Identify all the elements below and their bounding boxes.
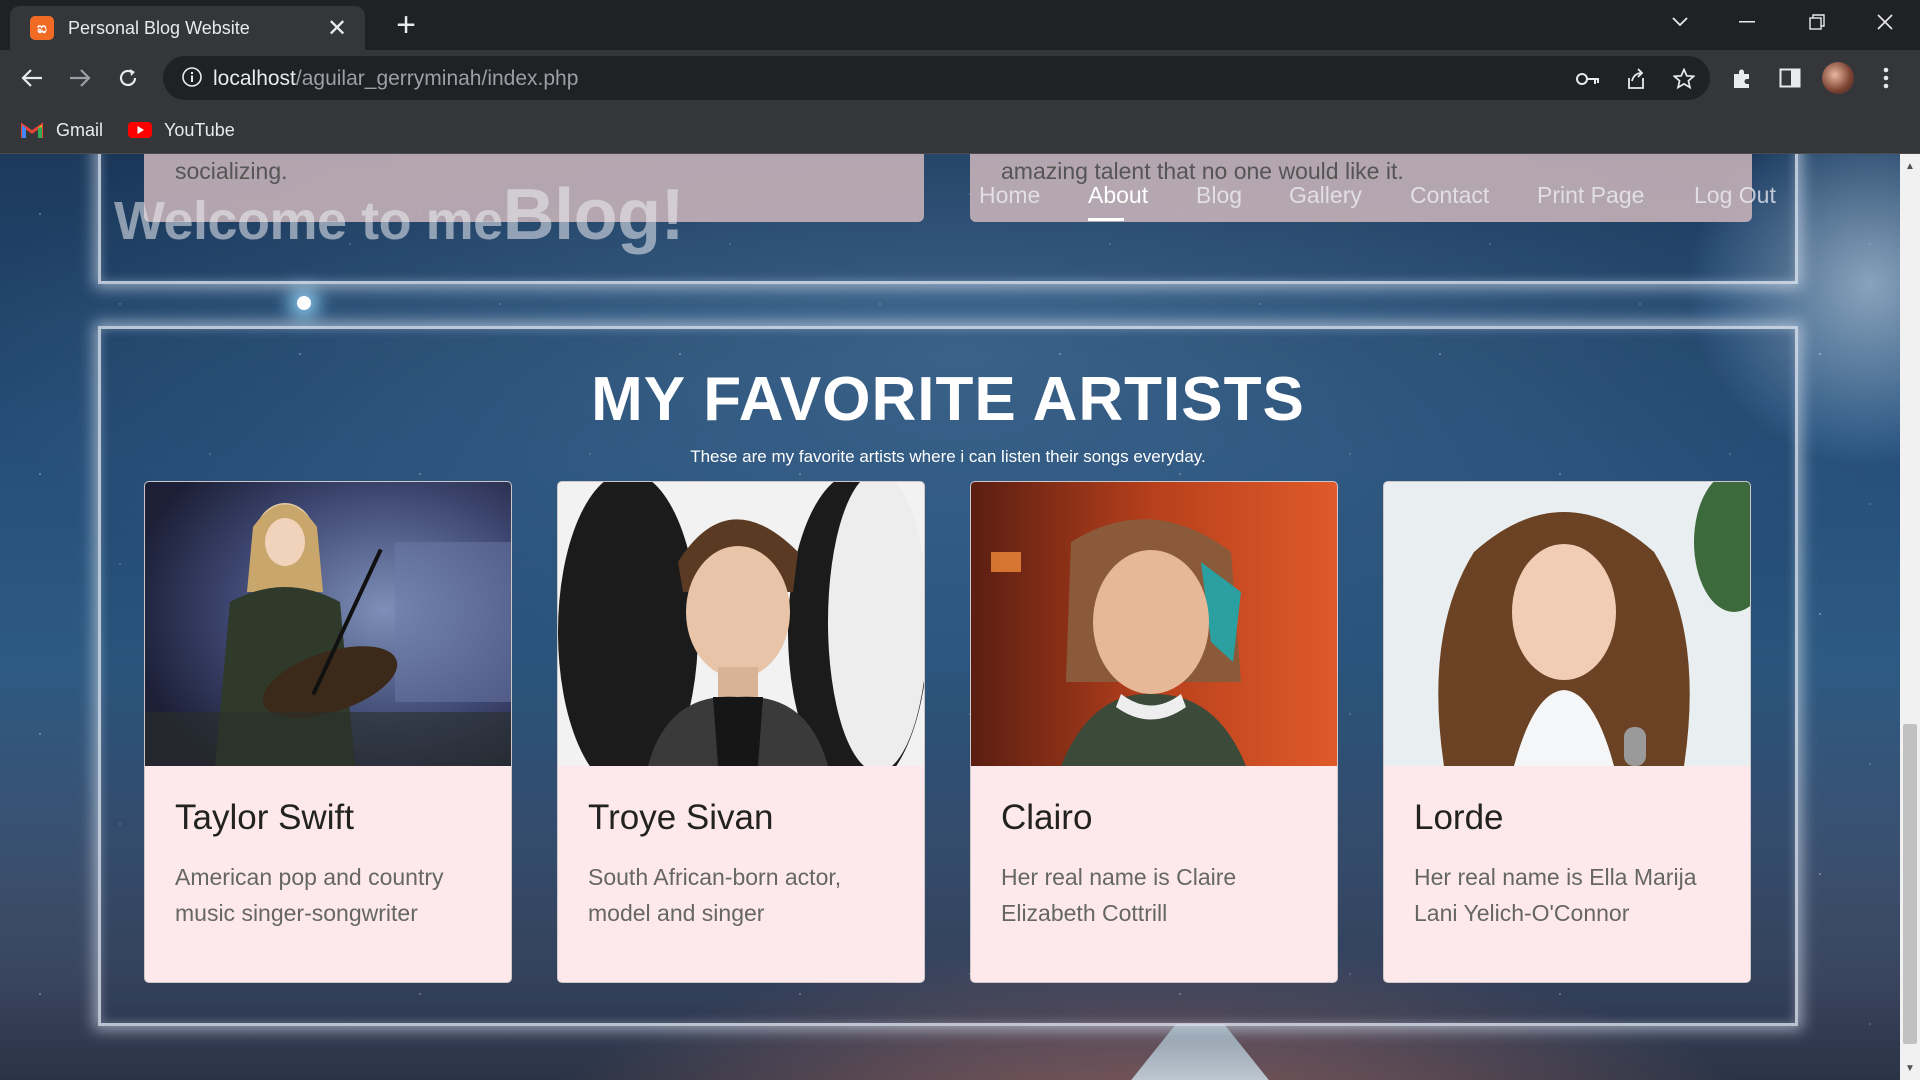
welcome-prefix: Welcome to me — [114, 191, 503, 251]
url-path: /aguilar_gerryminah/index.php — [295, 67, 579, 90]
section-title: MY FAVORITE ARTISTS — [591, 365, 1305, 434]
nav-blog[interactable]: Blog — [1196, 182, 1242, 209]
restore-icon[interactable] — [1782, 0, 1852, 44]
bookmark-label: Gmail — [56, 119, 104, 140]
url-text: localhost/aguilar_gerryminah/index.php — [213, 67, 578, 91]
welcome-blog: Blog! — [502, 175, 685, 255]
page-viewport: socializing. amazing talent that no one … — [0, 154, 1900, 1080]
artist-description: Her real name is Ella Marija Lani Yelich… — [1414, 864, 1697, 926]
bookmark-star-icon[interactable] — [1671, 66, 1697, 92]
tab-strip: ಐ Personal Blog Website ✕ + — [0, 0, 1920, 50]
close-tab-icon[interactable]: ✕ — [323, 14, 351, 42]
reload-icon[interactable] — [108, 60, 148, 96]
side-panel-icon[interactable] — [1774, 62, 1806, 94]
artist-description: South African-born actor, model and sing… — [588, 864, 842, 926]
artist-name: Clairo — [1001, 798, 1093, 837]
share-icon[interactable] — [1623, 66, 1649, 92]
menu-kebab-icon[interactable] — [1870, 62, 1902, 94]
minimize-icon[interactable] — [1712, 0, 1782, 44]
artist-card-clairo: Clairo Her real name is Claire Elizabeth… — [970, 481, 1338, 983]
nav-gallery[interactable]: Gallery — [1289, 182, 1362, 209]
browser-toolbar: localhost/aguilar_gerryminah/index.php — [0, 50, 1920, 106]
artist-card-lorde: Lorde Her real name is Ella Marija Lani … — [1383, 481, 1751, 983]
bookmark-label: YouTube — [164, 119, 235, 140]
scrollbar-thumb[interactable] — [1903, 724, 1917, 1044]
site-logo-text: Welcome to meBlog! — [114, 174, 685, 256]
new-tab-icon[interactable]: + — [390, 8, 422, 42]
scroll-up-icon[interactable]: ▲ — [1900, 156, 1920, 176]
close-window-icon[interactable] — [1850, 0, 1920, 44]
extensions-icon[interactable] — [1726, 62, 1758, 94]
browser-tab[interactable]: ಐ Personal Blog Website ✕ — [10, 6, 365, 50]
artist-photo — [145, 482, 511, 766]
nav-print-page[interactable]: Print Page — [1537, 182, 1644, 209]
gmail-icon — [20, 121, 44, 139]
section-subtitle: These are my favorite artists where i ca… — [690, 447, 1206, 466]
artist-photo — [971, 482, 1337, 766]
artist-description: American pop and country music singer-so… — [175, 864, 444, 926]
page-scrollbar[interactable]: ▲ ▼ — [1900, 154, 1920, 1080]
artist-description: Her real name is Claire Elizabeth Cottri… — [1001, 864, 1237, 926]
bookmark-youtube[interactable]: YouTube — [128, 116, 235, 144]
address-bar[interactable]: localhost/aguilar_gerryminah/index.php — [163, 56, 1710, 100]
artist-card-taylor-swift: Taylor Swift American pop and country mu… — [144, 481, 512, 983]
artist-photo — [558, 482, 924, 792]
tab-search-icon[interactable] — [1645, 0, 1715, 44]
glowing-star — [297, 296, 311, 310]
scroll-down-icon[interactable]: ▼ — [1900, 1058, 1920, 1078]
youtube-icon — [128, 121, 152, 139]
tab-title: Personal Blog Website — [68, 17, 250, 38]
artist-name: Troye Sivan — [588, 798, 774, 837]
artist-photo — [1384, 482, 1750, 766]
about-snippet-right: amazing talent that no one would like it… — [1001, 158, 1404, 184]
nav-home[interactable]: Home — [979, 182, 1040, 209]
artist-name: Taylor Swift — [175, 798, 354, 837]
profile-avatar[interactable] — [1822, 62, 1854, 94]
bookmarks-bar: Gmail YouTube — [0, 106, 1920, 154]
artist-card-troye-sivan: Troye Sivan South African-born actor, mo… — [557, 481, 925, 983]
nav-contact[interactable]: Contact — [1410, 182, 1489, 209]
forward-icon[interactable] — [60, 60, 100, 96]
site-info-icon[interactable] — [181, 66, 205, 90]
bookmark-gmail[interactable]: Gmail — [20, 116, 103, 144]
nav-active-indicator — [1088, 218, 1124, 221]
nav-log-out[interactable]: Log Out — [1694, 182, 1776, 209]
artist-name: Lorde — [1414, 798, 1504, 837]
key-icon[interactable] — [1575, 66, 1601, 92]
back-icon[interactable] — [12, 60, 52, 96]
url-host: localhost — [213, 67, 296, 90]
nav-about[interactable]: About — [1088, 182, 1148, 209]
xampp-icon: ಐ — [30, 16, 54, 40]
